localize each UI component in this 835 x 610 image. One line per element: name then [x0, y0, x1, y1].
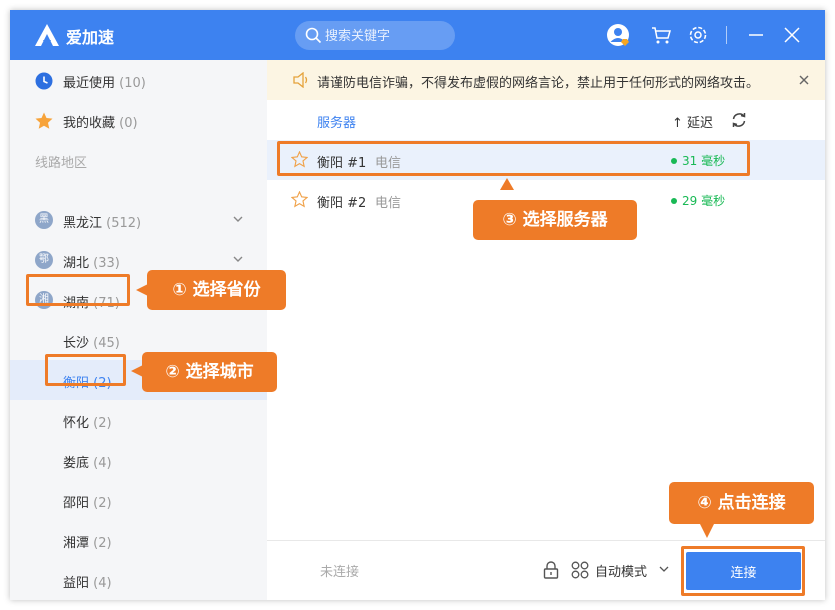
- star-icon: [35, 112, 53, 129]
- speaker-icon: [293, 72, 308, 88]
- chevron-down-icon[interactable]: [232, 254, 244, 264]
- city-label: 益阳: [63, 576, 90, 591]
- avatar-icon[interactable]: [606, 23, 630, 47]
- highlight-city: [45, 354, 126, 386]
- sidebar-city-shaoyang[interactable]: 邵阳 (2): [10, 480, 267, 520]
- province-label: 湖北: [63, 256, 90, 271]
- sidebar: 最近使用 (10) 我的收藏 (0) 线路地区 黑 黑龙江 (512) 鄂 湖北…: [10, 60, 267, 600]
- sidebar-province-heilongjiang[interactable]: 黑 黑龙江 (512): [10, 200, 267, 240]
- server-ping: 29 毫秒: [682, 194, 726, 208]
- title-bar: 爱加速: [10, 10, 825, 60]
- region-section-title: 线路地区: [35, 156, 88, 171]
- favorites-count: (0): [119, 116, 138, 131]
- city-count: (2): [93, 496, 112, 511]
- server-isp: 电信: [375, 196, 402, 211]
- sidebar-city-huaihua[interactable]: 怀化 (2): [10, 400, 267, 440]
- annotation-step3: ③ 选择服务器: [473, 200, 637, 240]
- sidebar-city-loudi[interactable]: 娄底 (4): [10, 440, 267, 480]
- chevron-down-icon[interactable]: [232, 214, 244, 224]
- annotation-step4: ④ 点击连接: [669, 482, 814, 524]
- notice-text: 请谨防电信诈骗，不得发布虚假的网络言论，禁止用于任何形式的网络攻击。: [317, 76, 760, 91]
- province-badge: 黑: [35, 211, 53, 229]
- search-icon: [305, 27, 322, 44]
- connection-status: 未连接: [320, 565, 360, 580]
- refresh-icon[interactable]: [730, 111, 748, 129]
- province-count: (512): [106, 216, 142, 231]
- sidebar-city-yiyang[interactable]: 益阳 (4): [10, 560, 267, 600]
- app-title: 爱加速: [66, 28, 115, 47]
- sidebar-item-favorites[interactable]: 我的收藏 (0): [10, 100, 267, 140]
- close-window-icon[interactable]: [780, 23, 804, 47]
- callout-arrow: [500, 178, 514, 190]
- city-label: 邵阳: [63, 496, 90, 511]
- server-list-header: 服务器 ↑ 延迟: [267, 100, 825, 140]
- app-logo-icon: [35, 24, 59, 46]
- province-count: (33): [93, 256, 120, 271]
- annotation-step2: ② 选择城市: [142, 352, 277, 392]
- recent-count: (10): [119, 76, 146, 91]
- search-box[interactable]: [295, 21, 455, 50]
- warning-notice-bar: 请谨防电信诈骗，不得发布虚假的网络言论，禁止用于任何形式的网络攻击。: [267, 60, 825, 100]
- city-count: (4): [93, 456, 112, 471]
- star-outline-icon[interactable]: [291, 191, 308, 208]
- chevron-down-icon[interactable]: [659, 565, 669, 573]
- province-label: 黑龙江: [63, 216, 103, 231]
- app-window: 爱加速 搜索关键字 最近使用 (10) 我的收藏 (0) 线路地区 黑 黑龙江 …: [10, 10, 825, 600]
- favorites-label: 我的收藏: [63, 116, 116, 131]
- server-name: 衡阳 #2: [317, 196, 367, 211]
- server-column-header[interactable]: 服务器: [317, 112, 356, 131]
- city-label: 娄底: [63, 456, 90, 471]
- lock-icon[interactable]: [543, 561, 559, 579]
- cart-icon[interactable]: [649, 23, 673, 47]
- city-count: (2): [93, 416, 112, 431]
- province-badge: 鄂: [35, 251, 53, 269]
- clock-icon: [35, 72, 53, 90]
- city-count: (4): [93, 576, 112, 591]
- mode-selector[interactable]: 自动模式: [595, 561, 647, 580]
- grid-mode-icon[interactable]: [571, 561, 589, 579]
- ping-status-dot: [671, 198, 677, 204]
- search-input[interactable]: [325, 26, 445, 46]
- city-label: 湘潭: [63, 536, 90, 551]
- annotation-step1: ① 选择省份: [147, 270, 286, 310]
- close-notice-icon[interactable]: [797, 73, 811, 87]
- city-label: 怀化: [63, 416, 90, 431]
- city-label: 长沙: [63, 336, 90, 351]
- settings-gear-icon[interactable]: [686, 23, 710, 47]
- callout-arrow: [700, 524, 714, 538]
- highlight-province: [26, 274, 130, 306]
- sidebar-item-recent[interactable]: 最近使用 (10): [10, 60, 267, 100]
- titlebar-divider: [726, 26, 727, 44]
- latency-sort-header[interactable]: ↑ 延迟: [672, 112, 713, 131]
- highlight-connect: [681, 546, 805, 596]
- minimize-icon[interactable]: [744, 23, 768, 47]
- city-count: (45): [93, 336, 120, 351]
- city-count: (2): [93, 536, 112, 551]
- highlight-server: [277, 141, 750, 176]
- sidebar-city-xiangtan[interactable]: 湘潭 (2): [10, 520, 267, 560]
- recent-label: 最近使用: [63, 76, 116, 91]
